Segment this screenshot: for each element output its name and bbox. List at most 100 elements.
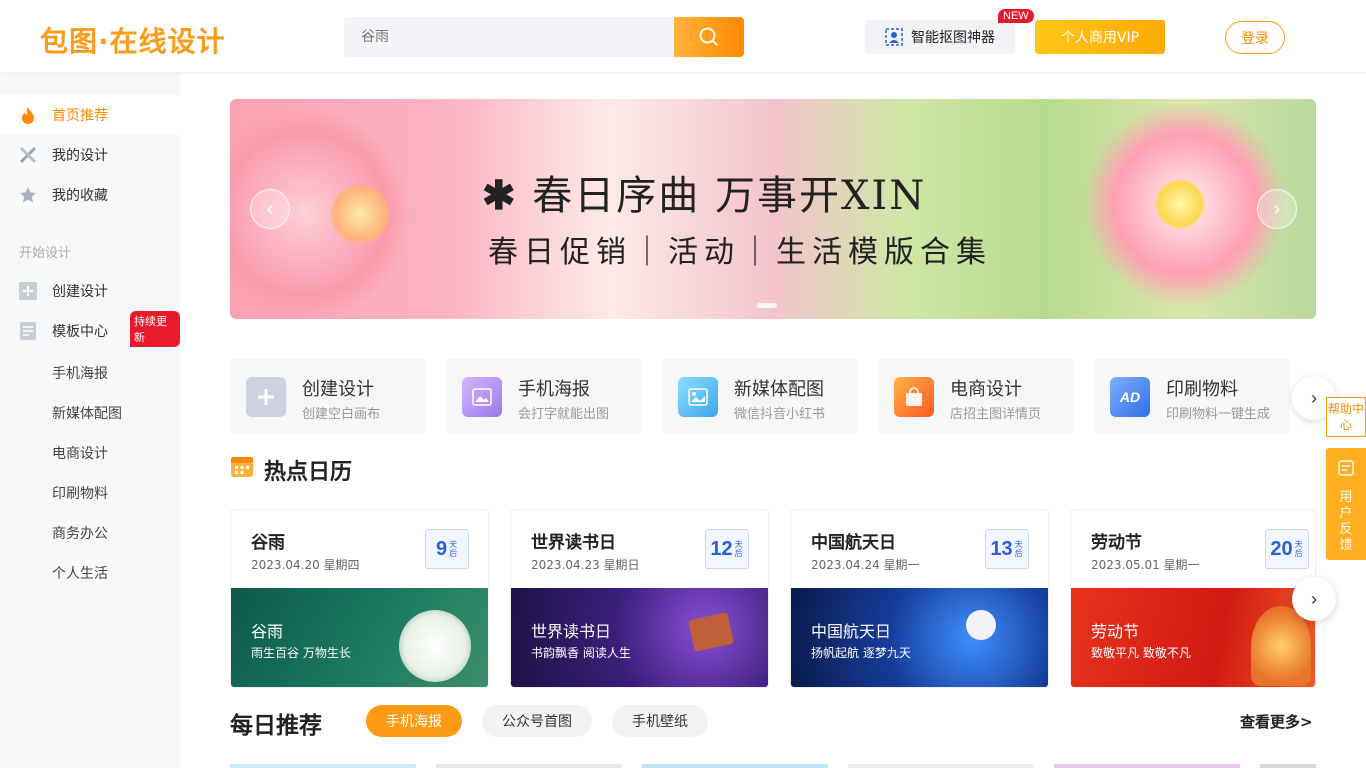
festival-image-subtitle: 扬帆起航 逐梦九天 xyxy=(811,646,911,660)
sidebar-item-label: 创建设计 xyxy=(52,284,108,300)
banner-prev-button[interactable]: ‹ xyxy=(250,189,290,229)
category-subtitle: 店招主图详情页 xyxy=(950,407,1042,422)
search-bar xyxy=(344,17,744,57)
plus-icon xyxy=(246,377,286,417)
help-center-button[interactable]: 帮助中心 xyxy=(1326,397,1366,437)
login-button[interactable]: 登录 xyxy=(1225,21,1285,54)
calendar-card[interactable]: 劳动节 2023.05.01 星期一 20 天后 劳动节 致敬平凡 致敬不凡 xyxy=(1070,509,1316,688)
smart-matting-button[interactable]: 智能抠图神器 xyxy=(865,20,1015,54)
banner-title-text: 春日序曲 万事开XIN xyxy=(532,173,927,219)
category-card-mobile-poster[interactable]: 手机海报 会打字就能出图 xyxy=(446,359,642,434)
festival-image: 世界读书日 书韵飘香 阅读人生 xyxy=(511,588,768,687)
template-doc-icon xyxy=(19,322,37,340)
tab-phone-wallpaper[interactable]: 手机壁纸 xyxy=(612,705,708,737)
template-thumbnail[interactable] xyxy=(1260,764,1316,768)
new-badge: NEW xyxy=(998,9,1034,23)
festival-image-subtitle: 雨生百谷 万物生长 xyxy=(251,646,351,660)
category-subtitle: 印刷物料一键生成 xyxy=(1166,407,1271,422)
template-thumbnail[interactable] xyxy=(1054,764,1240,768)
sidebar-section-label: 开始设计 xyxy=(19,246,72,261)
update-badge: 持续更新 xyxy=(130,311,180,347)
category-card-create[interactable]: 创建设计 创建空白画布 xyxy=(230,359,426,434)
sidebar-sub-item[interactable]: 手机海报 xyxy=(52,363,108,383)
sidebar-sub-item[interactable]: 商务办公 xyxy=(52,523,108,543)
festival-image-title: 谷雨 xyxy=(251,622,284,641)
category-card-ecommerce[interactable]: 电商设计 店招主图详情页 xyxy=(878,359,1074,434)
days-unit: 天后 xyxy=(1014,540,1023,558)
flower-decoration xyxy=(1155,179,1205,229)
sidebar-sub-item[interactable]: 印刷物料 xyxy=(52,483,108,503)
ad-icon: AD xyxy=(1110,377,1150,417)
site-logo[interactable]: 包图·在线设计 xyxy=(40,20,226,60)
festival-name: 谷雨 xyxy=(251,533,285,553)
sidebar-item-favorites[interactable]: 我的收藏 xyxy=(0,175,180,215)
days-countdown: 13 天后 xyxy=(985,529,1029,569)
sidebar-sub-item[interactable]: 新媒体配图 xyxy=(52,403,122,423)
sidebar-item-create[interactable]: 创建设计 xyxy=(0,271,180,311)
search-icon xyxy=(699,27,718,46)
category-subtitle: 会打字就能出图 xyxy=(518,407,610,422)
template-thumbnail[interactable] xyxy=(230,764,416,768)
days-unit: 天后 xyxy=(1294,540,1303,558)
banner-title: ✱ 春日序曲 万事开XIN xyxy=(482,163,926,221)
category-title: 创建设计 xyxy=(302,379,374,400)
sidebar-sub-item[interactable]: 电商设计 xyxy=(52,443,108,463)
hot-calendar-title: 热点日历 xyxy=(264,460,353,485)
carousel-indicator[interactable] xyxy=(757,303,777,308)
vip-button[interactable]: 个人商用VIP xyxy=(1035,20,1165,54)
flower-decoration xyxy=(330,184,390,244)
calendar-card[interactable]: 谷雨 2023.04.20 星期四 9 天后 谷雨 雨生百谷 万物生长 xyxy=(230,509,489,688)
feedback-button[interactable]: 用户反馈 xyxy=(1326,448,1366,560)
matting-icon xyxy=(885,28,903,46)
sidebar-item-my-designs[interactable]: 我的设计 xyxy=(0,135,180,175)
days-unit: 天后 xyxy=(449,540,458,558)
sidebar-item-home[interactable]: 首页推荐 xyxy=(0,95,180,135)
sidebar-item-label: 模板中心 xyxy=(52,324,108,340)
calendar-next-button[interactable]: › xyxy=(1292,577,1336,621)
category-title: 印刷物料 xyxy=(1166,379,1238,400)
feedback-label: 用户反馈 xyxy=(1339,490,1353,553)
template-thumbnail[interactable] xyxy=(642,764,828,768)
festival-image-title: 劳动节 xyxy=(1091,622,1140,641)
matting-label: 智能抠图神器 xyxy=(911,30,995,46)
festival-name: 劳动节 xyxy=(1091,533,1142,553)
category-card-print[interactable]: AD 印刷物料 印刷物料一键生成 xyxy=(1094,359,1290,434)
sidebar-item-label: 我的收藏 xyxy=(52,188,108,204)
days-unit: 天后 xyxy=(734,540,743,558)
banner-next-button[interactable]: › xyxy=(1257,189,1297,229)
tab-mobile-poster[interactable]: 手机海报 xyxy=(366,705,462,737)
daily-title: 每日推荐 xyxy=(230,713,322,739)
view-more-link[interactable]: 查看更多> xyxy=(1240,711,1313,732)
search-input[interactable] xyxy=(344,17,674,57)
sidebar-item-label: 我的设计 xyxy=(52,148,108,164)
search-button[interactable] xyxy=(674,17,744,57)
tab-wechat-cover[interactable]: 公众号首图 xyxy=(482,705,592,737)
hero-banner[interactable]: ✱ 春日序曲 万事开XIN 春日促销｜活动｜生活模版合集 ‹ › xyxy=(230,99,1316,319)
chevron-right-icon: › xyxy=(1273,197,1281,220)
festival-image-subtitle: 致敬平凡 致敬不凡 xyxy=(1091,646,1191,660)
days-countdown: 20 天后 xyxy=(1265,529,1309,569)
festival-image: 中国航天日 扬帆起航 逐梦九天 xyxy=(791,588,1048,687)
festival-name: 中国航天日 xyxy=(811,533,896,553)
chevron-right-icon: › xyxy=(1311,588,1317,609)
category-card-new-media[interactable]: 新媒体配图 微信抖音小红书 xyxy=(662,359,858,434)
festival-image: 谷雨 雨生百谷 万物生长 xyxy=(231,588,488,687)
festival-date: 2023.04.24 星期一 xyxy=(811,558,920,572)
festival-image-subtitle: 书韵飘香 阅读人生 xyxy=(531,646,631,660)
festival-name: 世界读书日 xyxy=(531,533,616,553)
festival-image: 劳动节 致敬平凡 致敬不凡 xyxy=(1071,588,1315,687)
template-thumbnail[interactable] xyxy=(436,764,622,768)
banner-subtitle: 春日促销｜活动｜生活模版合集 xyxy=(488,235,992,270)
festival-image-title: 中国航天日 xyxy=(811,622,892,641)
days-number: 12 xyxy=(710,537,733,560)
category-title: 电商设计 xyxy=(950,379,1022,400)
plus-square-icon xyxy=(19,282,37,300)
calendar-card[interactable]: 中国航天日 2023.04.24 星期一 13 天后 中国航天日 扬帆起航 逐梦九… xyxy=(790,509,1049,688)
category-subtitle: 微信抖音小红书 xyxy=(734,407,826,422)
shopping-bag-icon xyxy=(894,377,934,417)
template-thumbnail[interactable] xyxy=(848,764,1034,768)
category-subtitle: 创建空白画布 xyxy=(302,407,381,422)
days-number: 13 xyxy=(990,537,1013,560)
sidebar-sub-item[interactable]: 个人生活 xyxy=(52,563,108,583)
calendar-card[interactable]: 世界读书日 2023.04.23 星期日 12 天后 世界读书日 书韵飘香 阅读人… xyxy=(510,509,769,688)
